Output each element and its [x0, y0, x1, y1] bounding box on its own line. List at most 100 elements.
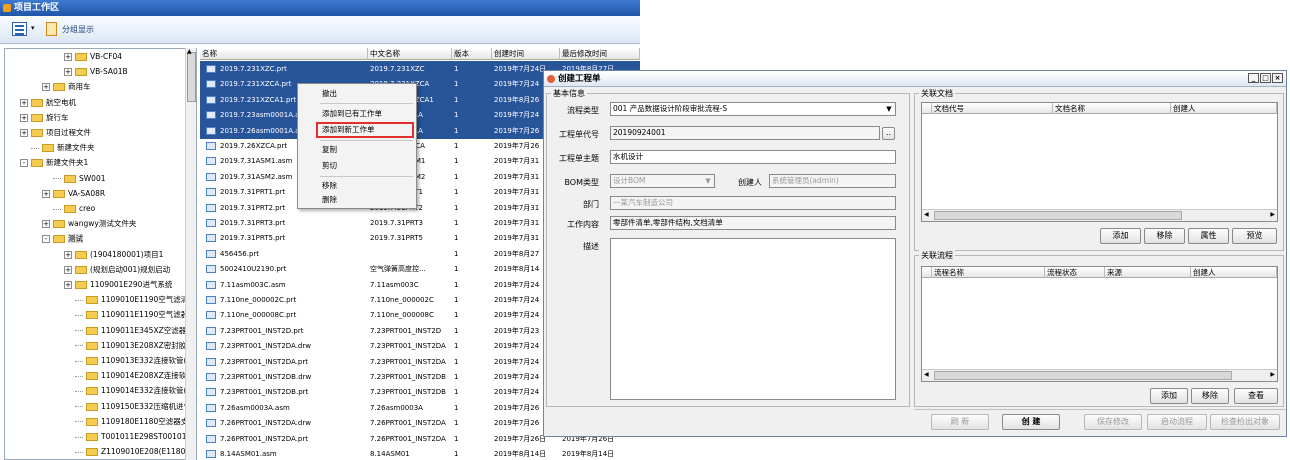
related-flows-table[interactable]: 流程名称 流程状态 来源 创建人 ◀ ▶: [921, 266, 1278, 382]
view-flow-button[interactable]: 查看: [1234, 388, 1278, 404]
menu-item-add-existing-order[interactable]: 添加到已有工作单: [322, 107, 382, 121]
menu-item-remove[interactable]: 移除: [322, 179, 337, 193]
tree-item[interactable]: SW001: [53, 172, 106, 186]
tree-item[interactable]: 1109011E345XZ空滤器出: [75, 324, 194, 338]
tree-item[interactable]: + (规划启动001)规划启动: [64, 263, 170, 277]
add-flow-button[interactable]: 添加: [1150, 388, 1188, 404]
description-textarea[interactable]: [610, 238, 896, 400]
tree-scroll-thumb[interactable]: [187, 52, 196, 102]
tree-item[interactable]: T001011E298ST001011E: [75, 430, 196, 444]
tree-item[interactable]: 1109013E332连接软管(: [75, 354, 186, 368]
docs-scroll-thumb[interactable]: [934, 211, 1182, 220]
work-content-field[interactable]: 零部件清单,零部件结构,文档清单: [610, 216, 896, 230]
tree-item[interactable]: + 航空电机: [20, 96, 76, 110]
flows-scroll-thumb[interactable]: [934, 371, 1232, 380]
menu-item-cut[interactable]: 剪切: [322, 159, 337, 173]
tree-item[interactable]: creo: [53, 202, 95, 216]
expand-icon[interactable]: +: [20, 113, 28, 122]
tree-item[interactable]: 1109013E208XZ密封胶套: [75, 339, 194, 353]
expand-icon[interactable]: +: [64, 265, 72, 274]
process-type-select[interactable]: 001 产品数据设计阶段审批流程-S ▼: [610, 102, 896, 116]
scroll-up-icon[interactable]: ▲: [187, 48, 192, 55]
expand-icon[interactable]: +: [64, 250, 72, 259]
tree-item[interactable]: 1109150E332压缩机进气: [75, 400, 191, 414]
doc-properties-button[interactable]: 属性: [1188, 228, 1229, 244]
scroll-left-icon[interactable]: ◀: [924, 211, 929, 218]
expand-icon[interactable]: +: [42, 83, 50, 92]
expand-icon[interactable]: +: [64, 281, 72, 289]
tree-scrollbar[interactable]: ▲: [185, 48, 196, 460]
tree-item[interactable]: 1109011E1190空气滤器进: [75, 308, 196, 322]
save-changes-button[interactable]: 保存修改: [1084, 414, 1142, 430]
tree-item[interactable]: 1109180E1180空滤器支: [75, 415, 188, 429]
collapse-icon[interactable]: -: [42, 235, 50, 244]
group-display-button[interactable]: 分组显示: [62, 24, 94, 35]
tree-item[interactable]: + 项目过程文件: [20, 126, 91, 140]
view-mode-dropdown-icon[interactable]: ▾: [31, 24, 35, 32]
highlight-box: [316, 122, 414, 138]
expand-icon[interactable]: +: [42, 220, 50, 229]
column-header[interactable]: 最后修改时间: [560, 48, 640, 60]
folder-icon: [75, 250, 87, 259]
menu-item-delete[interactable]: 删除: [322, 193, 337, 207]
collapse-icon[interactable]: -: [20, 159, 28, 168]
folder-tree[interactable]: + VB-CF04 + VB-SA01B + 商用车 + 航空电机 + 旋行车 + 项目过程文件 新建文…: [4, 48, 197, 460]
column-header[interactable]: 中文名称: [368, 48, 452, 60]
order-subject-input[interactable]: 水机设计: [610, 150, 896, 164]
view-mode-icon[interactable]: [12, 22, 27, 36]
docs-hscroll[interactable]: ◀ ▶: [922, 209, 1277, 221]
scroll-right-icon[interactable]: ▶: [1270, 371, 1275, 378]
expand-icon[interactable]: +: [42, 189, 50, 198]
tree-item-label: wangwy测试文件夹: [68, 219, 137, 229]
tree-item[interactable]: 新建文件夹: [31, 141, 95, 155]
file-row[interactable]: 8.14ASM01.asm 8.14ASM01 1 2019年8月14日 2019年8月…: [200, 446, 640, 460]
column-header[interactable]: 名称: [200, 48, 368, 60]
file-cell-ver: 1: [454, 80, 459, 89]
menu-item-checkout[interactable]: 撤出: [322, 87, 337, 101]
close-icon[interactable]: ×: [1272, 73, 1283, 83]
check-checkout-button[interactable]: 检查检出对象: [1210, 414, 1280, 430]
department-field[interactable]: 一某汽车制造公司: [610, 196, 896, 210]
creator-field[interactable]: 系统管理员(admin): [769, 174, 896, 188]
minimize-icon[interactable]: _: [1248, 73, 1259, 83]
tree-item[interactable]: + (1904180001)项目1: [64, 248, 163, 262]
tree-item[interactable]: 1109010E1190空气滤清: [75, 293, 188, 307]
scroll-left-icon[interactable]: ◀: [924, 371, 929, 378]
column-header[interactable]: 创建时间: [492, 48, 560, 60]
expand-icon[interactable]: +: [20, 129, 28, 137]
tree-item[interactable]: + VB-SA01B: [64, 65, 128, 79]
menu-item-copy[interactable]: 复制: [322, 143, 337, 157]
preview-doc-button[interactable]: 预览: [1232, 228, 1277, 244]
expand-icon[interactable]: +: [20, 98, 28, 107]
tree-item[interactable]: - 测试: [42, 232, 83, 246]
start-flow-button[interactable]: 启动流程: [1147, 414, 1207, 430]
expand-icon[interactable]: +: [64, 53, 72, 61]
tree-item[interactable]: +1109001E290进气系统: [64, 278, 172, 292]
tree-item[interactable]: + VB-CF04: [64, 50, 122, 64]
expand-icon[interactable]: +: [64, 68, 72, 77]
tree-item[interactable]: + VA-SA08R: [42, 187, 105, 201]
folder-icon: [86, 448, 98, 457]
maximize-icon[interactable]: □: [1260, 73, 1271, 83]
order-code-field[interactable]: 20190924001: [610, 126, 880, 140]
refresh-button[interactable]: 刷 新: [931, 414, 989, 430]
tree-item[interactable]: + wangwy测试文件夹: [42, 217, 136, 231]
tree-item[interactable]: 1109014E208XZ连接软管: [75, 369, 194, 383]
group-display-icon[interactable]: [46, 22, 57, 36]
tree-item[interactable]: - 新建文件夹1: [20, 156, 88, 170]
order-code-browse-button[interactable]: ..: [882, 127, 895, 140]
bom-type-select[interactable]: 设计BOM ▼: [610, 174, 715, 188]
tree-item[interactable]: 1109014E332连接软管(: [75, 384, 186, 398]
tree-item[interactable]: + 商用车: [42, 80, 91, 94]
related-docs-table[interactable]: 文档代号 文档名称 创建人 ◀ ▶: [921, 102, 1278, 222]
flows-hscroll[interactable]: ◀ ▶: [922, 369, 1277, 381]
tree-item[interactable]: Z1109010E208(E1180)空: [75, 445, 196, 459]
tree-item[interactable]: + 旋行车: [20, 111, 69, 125]
add-doc-button[interactable]: 添加: [1100, 228, 1141, 244]
create-button[interactable]: 创 建: [1002, 414, 1060, 430]
remove-doc-button[interactable]: 移除: [1144, 228, 1185, 244]
tree-connector: [31, 141, 42, 155]
scroll-right-icon[interactable]: ▶: [1270, 211, 1275, 218]
remove-flow-button[interactable]: 移除: [1191, 388, 1229, 404]
column-header[interactable]: 版本: [452, 48, 492, 60]
